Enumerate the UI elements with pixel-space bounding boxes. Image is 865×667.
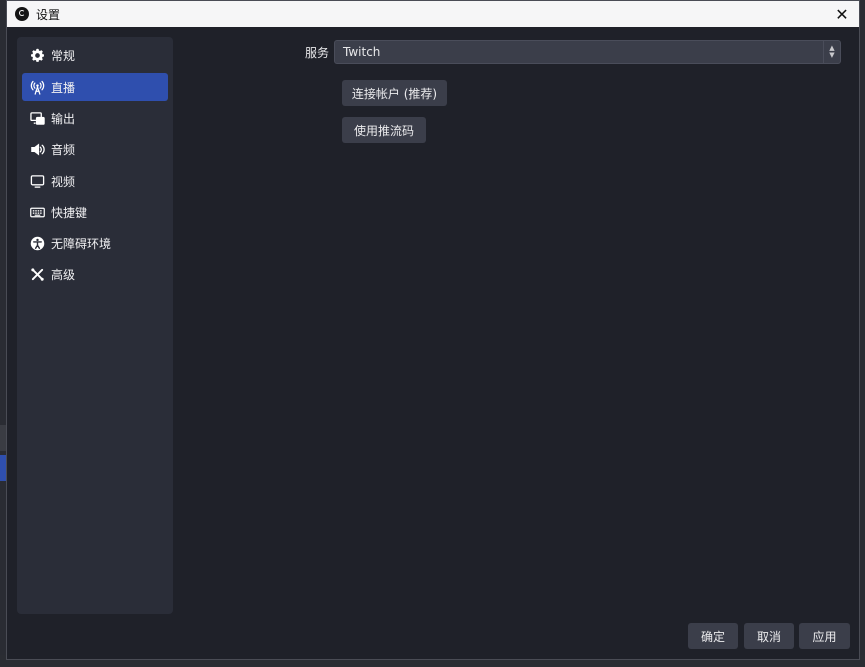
ok-button[interactable]: 确定 [688,623,738,649]
service-value: Twitch [343,45,381,59]
obs-logo-icon [15,7,29,21]
gear-icon [29,47,45,63]
monitor-icon [29,173,45,189]
use-stream-key-button[interactable]: 使用推流码 [342,117,426,143]
sidebar-item-general[interactable]: 常规 [22,41,168,69]
close-button[interactable]: ✕ [831,3,853,25]
apply-button[interactable]: 应用 [799,623,850,649]
accessibility-icon [29,235,45,251]
sidebar-item-label: 输出 [51,111,76,126]
tools-icon [29,266,45,282]
antenna-icon [29,79,45,95]
sidebar-item-label: 音频 [51,142,76,157]
service-label: 服务 [305,46,330,60]
sidebar-item-label: 无障碍环境 [51,236,112,251]
settings-sidebar: 常规 直播 输出 音频 视频 快捷键 无障碍环境 高级 [17,37,173,614]
title-bar[interactable]: 设置 ✕ [7,1,859,27]
sidebar-item-stream[interactable]: 直播 [22,73,168,101]
keyboard-icon [29,204,45,220]
dropdown-arrows-icon: ▲ ▼ [823,41,840,63]
sidebar-item-output[interactable]: 输出 [22,104,168,132]
connect-account-button[interactable]: 连接帐户 (推荐) [342,80,447,106]
sidebar-item-advanced[interactable]: 高级 [22,260,168,288]
speaker-icon [29,141,45,157]
sidebar-item-label: 快捷键 [51,205,88,220]
sidebar-item-label: 视频 [51,174,76,189]
sidebar-item-hotkeys[interactable]: 快捷键 [22,198,168,226]
output-icon [29,110,45,126]
cancel-button[interactable]: 取消 [744,623,794,649]
sidebar-item-audio[interactable]: 音频 [22,135,168,163]
service-dropdown[interactable]: Twitch ▲ ▼ [334,40,841,64]
window-title: 设置 [36,7,61,22]
sidebar-item-video[interactable]: 视频 [22,167,168,195]
sidebar-item-accessibility[interactable]: 无障碍环境 [22,229,168,257]
sidebar-item-label: 高级 [51,267,76,282]
settings-dialog: 设置 ✕ 常规 直播 输出 音频 视频 快捷键 无障碍环境 高级 服务 Twit… [6,0,860,660]
sidebar-item-label: 直播 [51,80,76,95]
sidebar-item-label: 常规 [51,48,76,63]
